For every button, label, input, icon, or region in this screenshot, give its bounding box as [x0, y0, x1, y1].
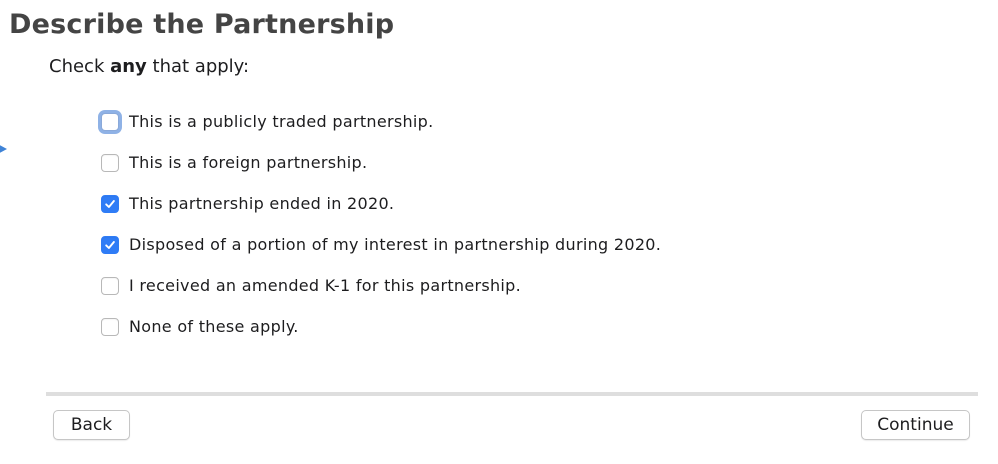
checkbox-foreign[interactable]: [101, 153, 119, 172]
triangle-right-icon: [0, 142, 7, 156]
option-label: This partnership ended in 2020.: [129, 194, 395, 213]
back-button[interactable]: Back: [53, 410, 130, 440]
footer-divider: [46, 392, 978, 396]
continue-button[interactable]: Continue: [861, 410, 970, 440]
option-label: I received an amended K-1 for this partn…: [129, 276, 522, 295]
instruction-text: Check any that apply:: [49, 56, 249, 77]
describe-partnership-screen: Describe the Partnership Check any that …: [0, 0, 998, 464]
option-ended-2020[interactable]: This partnership ended in 2020.: [100, 183, 920, 224]
option-label: None of these apply.: [129, 317, 299, 336]
option-amended-k1[interactable]: I received an amended K-1 for this partn…: [100, 265, 920, 306]
instruction-suffix: that apply:: [146, 56, 250, 77]
checkbox-none-apply[interactable]: [101, 317, 119, 336]
option-foreign[interactable]: This is a foreign partnership.: [100, 142, 920, 183]
instruction-emphasis: any: [110, 56, 147, 77]
checkmark-icon: [105, 240, 115, 249]
options-list: This is a publicly traded partnership. T…: [100, 101, 920, 347]
option-label: Disposed of a portion of my interest in …: [129, 235, 662, 254]
option-publicly-traded[interactable]: This is a publicly traded partnership.: [100, 101, 920, 142]
option-none-apply[interactable]: None of these apply.: [100, 306, 920, 347]
option-disposed-portion[interactable]: Disposed of a portion of my interest in …: [100, 224, 920, 265]
option-label: This is a foreign partnership.: [129, 153, 368, 172]
checkbox-disposed-portion[interactable]: [101, 235, 119, 254]
page-title: Describe the Partnership: [9, 9, 395, 40]
checkbox-amended-k1[interactable]: [101, 276, 119, 295]
instruction-prefix: Check: [49, 56, 111, 77]
checkmark-icon: [105, 199, 115, 208]
option-label: This is a publicly traded partnership.: [129, 112, 434, 131]
checkbox-publicly-traded[interactable]: [101, 112, 119, 131]
checkbox-ended-2020[interactable]: [101, 194, 119, 213]
